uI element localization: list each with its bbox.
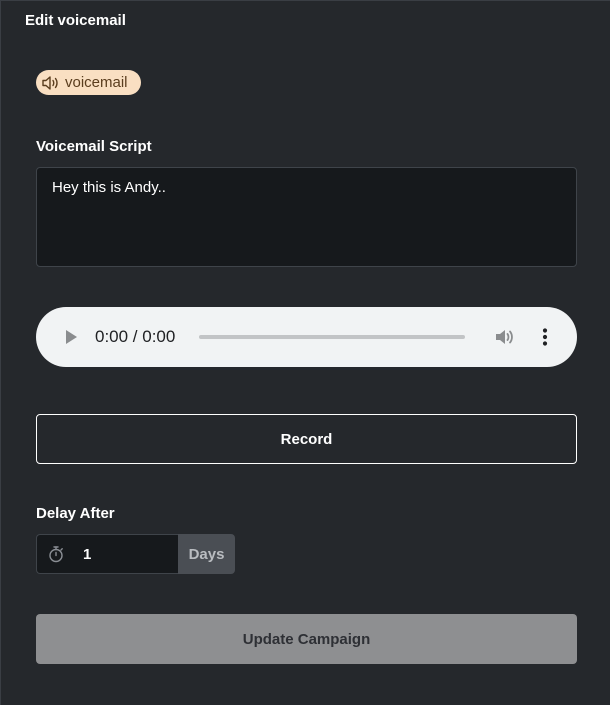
voicemail-script-textarea[interactable] — [36, 167, 577, 267]
audio-player: 0:00 / 0:00 — [36, 307, 577, 367]
edit-voicemail-panel: Edit voicemail voicemail Voicemail Scrip… — [0, 0, 610, 705]
delay-input-wrapper — [36, 534, 178, 574]
audio-progress-track[interactable] — [199, 335, 465, 339]
badge-label: voicemail — [65, 74, 128, 91]
voicemail-script-label: Voicemail Script — [36, 138, 152, 155]
delay-unit-label: Days — [178, 534, 235, 574]
play-icon[interactable] — [62, 328, 80, 346]
stopwatch-icon — [49, 546, 63, 563]
volume-icon[interactable] — [493, 326, 515, 348]
delay-after-label: Delay After — [36, 505, 115, 522]
panel-title: Edit voicemail — [25, 12, 126, 29]
speaker-icon — [42, 75, 58, 90]
record-button[interactable]: Record — [36, 414, 577, 464]
delay-value-input[interactable] — [81, 544, 165, 564]
delay-input-group: Days — [36, 534, 235, 574]
update-campaign-button[interactable]: Update Campaign — [36, 614, 577, 664]
more-vertical-icon[interactable] — [534, 326, 556, 348]
voicemail-type-badge: voicemail — [36, 70, 141, 95]
audio-time: 0:00 / 0:00 — [95, 327, 176, 346]
